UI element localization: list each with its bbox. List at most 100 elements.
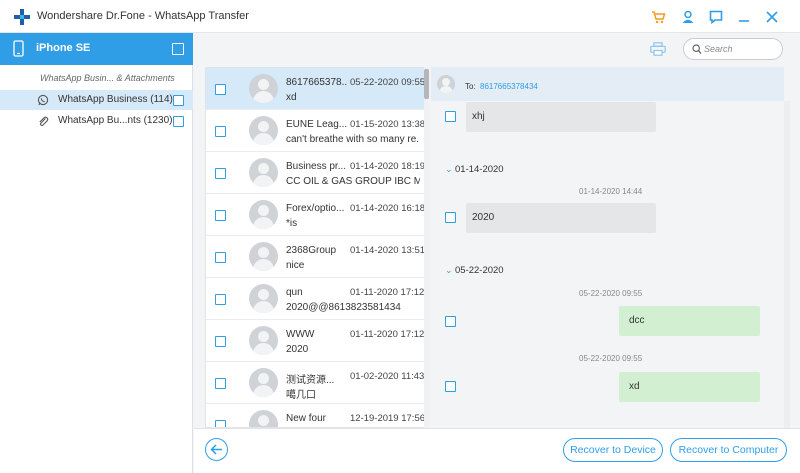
user-icon[interactable] [679, 8, 696, 25]
message-time: 05-22-2020 09:55 [579, 289, 643, 298]
message-bubble-outgoing: xd [619, 372, 760, 402]
message-bubble-incoming: xhj [466, 102, 656, 132]
search-icon [692, 44, 702, 55]
chat-name: 2368Group [286, 245, 337, 256]
conversation-panel: To: 8617665378434 xhj ⌄ 01-14-2020 01-14-… [431, 67, 784, 428]
chat-preview: CC OIL & GAS GROUP IBC MO... [286, 176, 420, 187]
chat-list-scrollbar[interactable] [424, 67, 429, 428]
device-header[interactable]: iPhone SE [0, 33, 193, 65]
chat-time: 01-11-2020 17:12 [350, 329, 425, 340]
sidebar: iPhone SE WhatsApp Busin... & Attachment… [0, 33, 193, 473]
avatar [249, 158, 278, 187]
chat-name: EUNE Leag... [286, 119, 348, 130]
message-checkbox[interactable] [445, 212, 456, 223]
conversation-header: To: 8617665378434 [431, 67, 784, 101]
chat-time: 01-02-2020 11:43 [350, 371, 425, 382]
search-input[interactable] [704, 42, 778, 56]
chat-preview: xd [286, 92, 297, 103]
date-separator[interactable]: ⌄ 05-22-2020 [445, 265, 504, 276]
message-time: 05-22-2020 09:55 [579, 354, 643, 363]
chat-name: 8617665378... [286, 77, 348, 88]
to-label: To: [465, 82, 476, 91]
chat-time: 01-14-2020 18:19 [350, 161, 426, 172]
chat-time: 12-19-2019 17:56 [350, 413, 426, 424]
title-bar: Wondershare Dr.Fone - WhatsApp Transfer [0, 0, 800, 33]
chat-row[interactable]: qun 01-11-2020 17:12 2020@@8613823581434 [206, 278, 426, 320]
print-icon[interactable] [650, 42, 666, 56]
chat-checkbox[interactable] [215, 84, 226, 95]
avatar [249, 242, 278, 271]
drfone-logo-icon [14, 9, 30, 25]
sidebar-item-whatsapp-business[interactable]: WhatsApp Business (114) [0, 90, 193, 110]
chat-name: 测试资源... [286, 375, 335, 386]
date-separator[interactable]: ⌄ 01-14-2020 [445, 164, 504, 175]
whatsapp-icon [37, 94, 49, 106]
chat-name: Forex/optio... [286, 203, 345, 214]
chat-preview: can't breathe with so many re... [286, 134, 420, 145]
chat-checkbox[interactable] [215, 336, 226, 347]
chat-time: 05-22-2020 09:55 [350, 77, 426, 88]
message-bubble-incoming: 2020 [466, 203, 656, 233]
chat-row[interactable]: 2368Group 01-14-2020 13:51 nice [206, 236, 426, 278]
close-icon[interactable] [763, 8, 780, 25]
chat-name: New four [286, 413, 327, 424]
conversation-scrollbar[interactable] [784, 101, 790, 428]
feedback-icon[interactable] [707, 8, 724, 25]
avatar [249, 74, 278, 103]
arrow-left-icon [210, 444, 222, 455]
chat-time: 01-14-2020 16:18 [350, 203, 426, 214]
message-checkbox[interactable] [445, 316, 456, 327]
chat-preview: *is [286, 218, 298, 229]
chat-row[interactable]: WWW 01-11-2020 17:12 2020 [206, 320, 426, 362]
chat-name: WWW [286, 329, 315, 340]
avatar [249, 368, 278, 397]
chat-time: 01-15-2020 13:38 [350, 119, 426, 130]
chat-row[interactable]: New four 12-19-2019 17:56 [206, 404, 426, 427]
chat-row[interactable]: Business pr... 01-14-2020 18:19 CC OIL &… [206, 152, 426, 194]
scrollbar-thumb[interactable] [424, 69, 429, 99]
message-checkbox[interactable] [445, 111, 456, 122]
chat-checkbox[interactable] [215, 420, 226, 427]
chevron-down-icon: ⌄ [445, 164, 453, 174]
chat-row[interactable]: Forex/optio... 01-14-2020 16:18 *is [206, 194, 426, 236]
paperclip-icon [39, 116, 49, 127]
message-checkbox[interactable] [445, 381, 456, 392]
chat-name: qun [286, 287, 303, 298]
minimize-icon[interactable] [735, 8, 752, 25]
sidebar-item-attachments[interactable]: WhatsApp Bu...nts (1230) [0, 111, 193, 131]
back-button[interactable] [205, 438, 228, 461]
message-time: 01-14-2020 14:44 [579, 187, 643, 196]
chat-checkbox[interactable] [215, 210, 226, 221]
sidebar-item-checkbox[interactable] [173, 116, 184, 127]
chat-row[interactable]: 测试资源... 01-02-2020 11:43 噶几口 [206, 362, 426, 404]
recover-to-computer-button[interactable]: Recover to Computer [670, 438, 787, 462]
sidebar-item-label: WhatsApp Business (114) [58, 94, 173, 105]
chat-checkbox[interactable] [215, 126, 226, 137]
chat-name: Business pr... [286, 161, 347, 172]
recover-to-device-button[interactable]: Recover to Device [563, 438, 663, 462]
message-bubble-outgoing: dcc [619, 306, 760, 336]
category-label: WhatsApp Busin... & Attachments [40, 73, 175, 83]
device-checkbox[interactable] [172, 43, 184, 55]
sidebar-item-label: WhatsApp Bu...nts (1230) [58, 115, 173, 126]
avatar [249, 410, 278, 427]
chat-row[interactable]: 8617665378... 05-22-2020 09:55 xd [206, 68, 426, 110]
chat-checkbox[interactable] [215, 378, 226, 389]
chat-preview: nice [286, 260, 305, 271]
chat-list: 8617665378... 05-22-2020 09:55 xd EUNE L… [205, 67, 429, 428]
chat-preview: 噶几口 [286, 390, 316, 401]
avatar [249, 284, 278, 313]
chat-preview: 2020 [286, 344, 309, 355]
phone-icon [13, 40, 24, 57]
chevron-down-icon: ⌄ [445, 265, 453, 275]
chat-checkbox[interactable] [215, 168, 226, 179]
chat-checkbox[interactable] [215, 294, 226, 305]
cart-icon[interactable] [650, 8, 667, 25]
sidebar-item-checkbox[interactable] [173, 95, 184, 106]
contact-avatar [437, 75, 455, 93]
chat-time: 01-14-2020 13:51 [350, 245, 426, 256]
chat-checkbox[interactable] [215, 252, 226, 263]
search-box[interactable] [683, 38, 783, 60]
contact-number: 8617665378434 [480, 82, 538, 91]
chat-row[interactable]: EUNE Leag... 01-15-2020 13:38 can't brea… [206, 110, 426, 152]
